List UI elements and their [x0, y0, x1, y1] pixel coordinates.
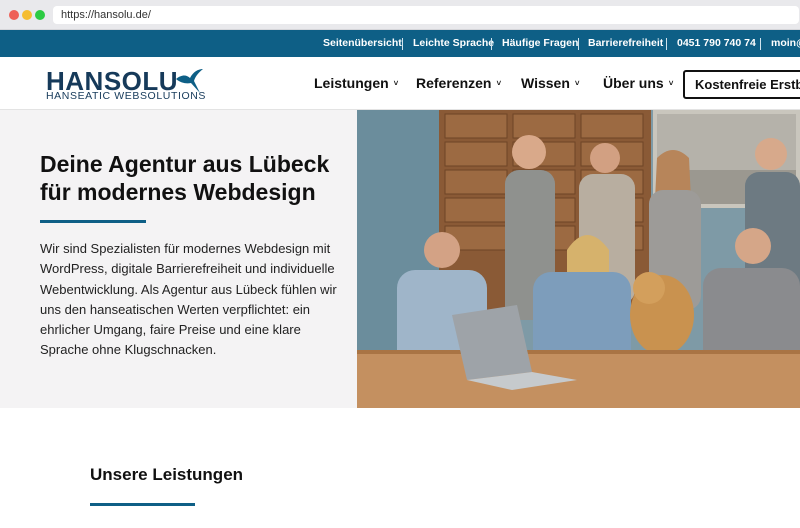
- browser-chrome: https://hansolu.de/: [0, 0, 800, 30]
- link-sitemap[interactable]: Seitenübersicht: [323, 30, 402, 57]
- team-photo-illustration: [357, 110, 800, 408]
- nav-label: Leistungen: [314, 75, 389, 91]
- minimize-window-dot[interactable]: [22, 10, 32, 20]
- link-phone[interactable]: 0451 790 740 74: [677, 30, 756, 57]
- hero-title: Deine Agentur aus Lübeck für modernes We…: [40, 151, 330, 205]
- chevron-down-icon: ˅: [668, 79, 674, 88]
- divider: [402, 38, 403, 50]
- nav-wissen[interactable]: Wissen ˅: [521, 75, 580, 91]
- hero-text-panel: Deine Agentur aus Lübeck für modernes We…: [0, 110, 357, 408]
- service-bar: Seitenübersicht Leichte Sprache Häufige …: [0, 30, 800, 57]
- address-bar[interactable]: https://hansolu.de/: [53, 6, 799, 24]
- link-email[interactable]: moin@: [771, 30, 800, 57]
- nav-leistungen[interactable]: Leistungen ˅: [314, 75, 398, 91]
- nav-referenzen[interactable]: Referenzen ˅: [416, 75, 501, 91]
- site-header: HANSOLU HANSEATIC WEBSOLUTIONS Leistunge…: [0, 57, 800, 110]
- link-faq[interactable]: Häufige Fragen: [502, 30, 578, 57]
- divider: [760, 38, 761, 50]
- nav-label: Referenzen: [416, 75, 492, 91]
- free-consultation-button[interactable]: Kostenfreie Erstbe: [683, 70, 800, 99]
- link-easy-language[interactable]: Leichte Sprache: [413, 30, 494, 57]
- chevron-down-icon: ˅: [393, 79, 399, 88]
- services-heading: Unsere Leistungen: [90, 465, 244, 484]
- chevron-down-icon: ˅: [496, 79, 502, 88]
- maximize-window-dot[interactable]: [35, 10, 45, 20]
- chevron-down-icon: ˅: [574, 79, 580, 88]
- services-divider: [90, 503, 195, 506]
- nav-label: Wissen: [521, 75, 570, 91]
- divider: [578, 38, 579, 50]
- hero-description: Wir sind Spezialisten für modernes Webde…: [40, 241, 337, 358]
- close-window-dot[interactable]: [9, 10, 19, 20]
- link-accessibility[interactable]: Barrierefreiheit: [588, 30, 663, 57]
- nav-ueber-uns[interactable]: Über uns ˅: [603, 75, 673, 91]
- hero-divider: [40, 220, 146, 223]
- logo-tagline: HANSEATIC WEBSOLUTIONS: [46, 90, 207, 102]
- team-photo: [357, 110, 800, 408]
- divider: [666, 38, 667, 50]
- nav-label: Über uns: [603, 75, 664, 91]
- divider: [491, 38, 492, 50]
